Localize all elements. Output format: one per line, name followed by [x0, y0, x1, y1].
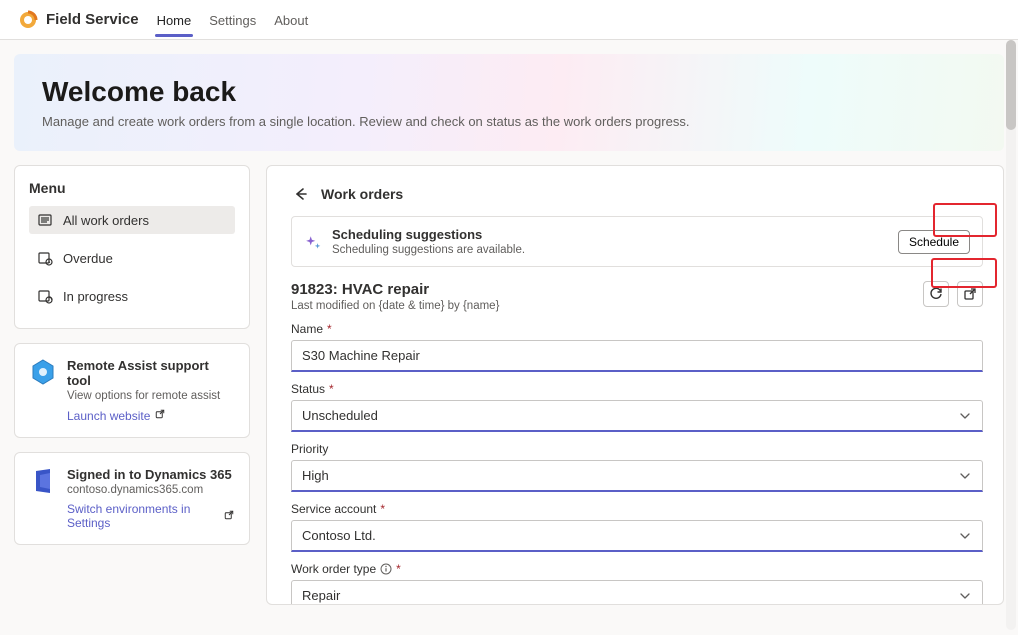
field-label: Priority [291, 442, 328, 456]
menu-title: Menu [29, 180, 235, 196]
required-mark: * [329, 382, 334, 396]
remote-assist-title: Remote Assist support tool [67, 358, 235, 388]
field-label: Name [291, 322, 323, 336]
menu-item-label: All work orders [63, 213, 149, 228]
link-label: Launch website [67, 409, 150, 423]
remote-assist-card: Remote Assist support tool View options … [14, 343, 250, 438]
open-external-button[interactable] [957, 281, 983, 307]
required-mark: * [380, 502, 385, 516]
info-icon[interactable] [380, 563, 392, 575]
tab-about[interactable]: About [274, 3, 308, 36]
menu-item-label: Overdue [63, 251, 113, 266]
select-value: Repair [302, 588, 340, 603]
select-value: Unscheduled [302, 408, 378, 423]
remote-assist-sub: View options for remote assist [67, 390, 235, 402]
chevron-down-icon [958, 469, 972, 483]
field-name: Name * S30 Machine Repair [291, 322, 983, 372]
scrollbar-thumb[interactable] [1006, 40, 1016, 130]
app-logo-icon [18, 10, 38, 30]
scheduling-suggestions-box: Scheduling suggestions Scheduling sugges… [291, 216, 983, 267]
required-mark: * [327, 322, 332, 336]
switch-env-link[interactable]: Switch environments in Settings [67, 502, 235, 530]
priority-select[interactable]: High [291, 460, 983, 492]
back-button[interactable] [291, 184, 311, 204]
menu-item-in-progress[interactable]: In progress [29, 282, 235, 310]
status-select[interactable]: Unscheduled [291, 400, 983, 432]
suggest-sub: Scheduling suggestions are available. [332, 244, 525, 256]
chevron-down-icon [958, 409, 972, 423]
link-label: Switch environments in Settings [67, 502, 219, 530]
field-label: Work order type [291, 562, 376, 576]
chevron-down-icon [958, 589, 972, 603]
hero-subtitle: Manage and create work orders from a sin… [42, 114, 976, 129]
signed-in-title: Signed in to Dynamics 365 [67, 467, 235, 482]
open-external-icon [223, 509, 235, 524]
overdue-icon [37, 250, 53, 266]
remote-assist-icon [29, 358, 57, 386]
record-title: 91823: HVAC repair [291, 281, 499, 298]
menu-item-overdue[interactable]: Overdue [29, 244, 235, 272]
panel-title: Work orders [321, 186, 403, 202]
input-value: S30 Machine Repair [302, 348, 420, 363]
app-title: Field Service [46, 11, 139, 28]
list-icon [37, 212, 53, 228]
tab-settings[interactable]: Settings [209, 3, 256, 36]
hero-banner: Welcome back Manage and create work orde… [14, 54, 1004, 151]
work-order-panel: Work orders Scheduling suggestions Sched… [266, 165, 1004, 605]
menu-item-all-work-orders[interactable]: All work orders [29, 206, 235, 234]
service-account-select[interactable]: Contoso Ltd. [291, 520, 983, 552]
nav-tabs: Home Settings About [157, 3, 309, 36]
required-mark: * [396, 562, 401, 576]
suggest-title: Scheduling suggestions [332, 227, 525, 242]
progress-icon [37, 288, 53, 304]
tab-home[interactable]: Home [157, 3, 192, 36]
menu-item-label: In progress [63, 289, 128, 304]
signed-in-card: Signed in to Dynamics 365 contoso.dynami… [14, 452, 250, 545]
open-external-icon [154, 408, 166, 423]
select-value: Contoso Ltd. [302, 528, 376, 543]
menu-card: Menu All work orders Overdue In progress [14, 165, 250, 329]
field-label: Status [291, 382, 325, 396]
field-work-order-type: Work order type * Repair [291, 562, 983, 605]
schedule-button[interactable]: Schedule [898, 230, 970, 254]
field-status: Status * Unscheduled [291, 382, 983, 432]
sparkle-icon [304, 227, 322, 256]
signed-in-sub: contoso.dynamics365.com [67, 484, 235, 496]
field-label: Service account [291, 502, 376, 516]
work-order-type-select[interactable]: Repair [291, 580, 983, 605]
field-service-account: Service account * Contoso Ltd. [291, 502, 983, 552]
field-priority: Priority High [291, 442, 983, 492]
chevron-down-icon [958, 529, 972, 543]
hero-title: Welcome back [42, 76, 976, 108]
launch-website-link[interactable]: Launch website [67, 408, 166, 423]
record-sub: Last modified on {date & time} by {name} [291, 300, 499, 312]
select-value: High [302, 468, 329, 483]
name-input[interactable]: S30 Machine Repair [291, 340, 983, 372]
dynamics-icon [29, 467, 57, 495]
refresh-button[interactable] [923, 281, 949, 307]
